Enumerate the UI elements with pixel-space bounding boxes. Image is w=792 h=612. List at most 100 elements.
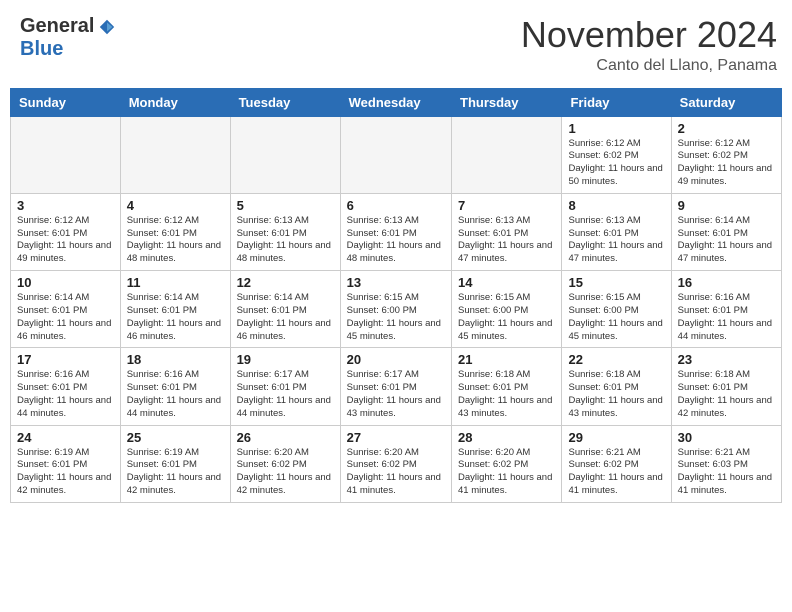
weekday-header: Sunday — [11, 88, 121, 116]
day-number: 1 — [568, 121, 664, 136]
day-info: Sunrise: 6:17 AMSunset: 6:01 PMDaylight:… — [237, 369, 334, 420]
calendar-day-cell: 21Sunrise: 6:18 AMSunset: 6:01 PMDayligh… — [452, 348, 562, 425]
day-number: 26 — [237, 430, 334, 445]
calendar-day-cell: 10Sunrise: 6:14 AMSunset: 6:01 PMDayligh… — [11, 271, 121, 348]
day-info: Sunrise: 6:16 AMSunset: 6:01 PMDaylight:… — [127, 369, 224, 420]
logo-icon — [98, 18, 116, 36]
calendar-day-cell — [230, 116, 340, 193]
day-number: 19 — [237, 352, 334, 367]
logo-general-text: General — [20, 15, 94, 38]
day-info: Sunrise: 6:14 AMSunset: 6:01 PMDaylight:… — [127, 292, 224, 343]
day-number: 22 — [568, 352, 664, 367]
day-info: Sunrise: 6:12 AMSunset: 6:01 PMDaylight:… — [17, 215, 114, 266]
day-info: Sunrise: 6:19 AMSunset: 6:01 PMDaylight:… — [127, 447, 224, 498]
day-number: 2 — [678, 121, 775, 136]
calendar-day-cell: 11 Sunrise: 6:14 AMSunset: 6:01 PMDayligh… — [120, 271, 230, 348]
calendar-day-cell: 20 Sunrise: 6:17 AMSunset: 6:01 PMDayligh… — [340, 348, 451, 425]
day-info: Sunrise: 6:18 AMSunset: 6:01 PMDaylight:… — [568, 369, 664, 420]
calendar-day-cell: 22 Sunrise: 6:18 AMSunset: 6:01 PMDayligh… — [562, 348, 671, 425]
day-number: 29 — [568, 430, 664, 445]
calendar-day-cell: 28 Sunrise: 6:20 AMSunset: 6:02 PMDayligh… — [452, 425, 562, 502]
calendar-day-cell — [11, 116, 121, 193]
day-info: Sunrise: 6:13 AMSunset: 6:01 PMDaylight:… — [237, 215, 334, 266]
calendar-day-cell — [120, 116, 230, 193]
calendar-day-cell: 14 Sunrise: 6:15 AMSunset: 6:00 PMDayligh… — [452, 271, 562, 348]
day-info: Sunrise: 6:17 AMSunset: 6:01 PMDaylight:… — [347, 369, 445, 420]
day-info: Sunrise: 6:13 AMSunset: 6:01 PMDaylight:… — [347, 215, 445, 266]
calendar-day-cell: 26 Sunrise: 6:20 AMSunset: 6:02 PMDayligh… — [230, 425, 340, 502]
calendar-day-cell: 25 Sunrise: 6:19 AMSunset: 6:01 PMDayligh… — [120, 425, 230, 502]
day-number: 6 — [347, 198, 445, 213]
day-number: 28 — [458, 430, 555, 445]
calendar-day-cell: 13 Sunrise: 6:15 AMSunset: 6:00 PMDayligh… — [340, 271, 451, 348]
weekday-header: Wednesday — [340, 88, 451, 116]
day-number: 18 — [127, 352, 224, 367]
day-number: 12 — [237, 275, 334, 290]
day-number: 3 — [17, 198, 114, 213]
day-info: Sunrise: 6:20 AMSunset: 6:02 PMDaylight:… — [458, 447, 555, 498]
day-number: 30 — [678, 430, 775, 445]
day-info: Sunrise: 6:20 AMSunset: 6:02 PMDaylight:… — [237, 447, 334, 498]
calendar-day-cell: 15Sunrise: 6:15 AMSunset: 6:00 PMDayligh… — [562, 271, 671, 348]
day-info: Sunrise: 6:19 AMSunset: 6:01 PMDaylight:… — [17, 447, 114, 498]
location-text: Canto del Llano, Panama — [521, 57, 777, 75]
day-number: 9 — [678, 198, 775, 213]
calendar-day-cell: 8 Sunrise: 6:13 AMSunset: 6:01 PMDaylight… — [562, 193, 671, 270]
calendar-day-cell — [452, 116, 562, 193]
calendar-day-cell: 12 Sunrise: 6:14 AMSunset: 6:01 PMDayligh… — [230, 271, 340, 348]
calendar-day-cell: 24Sunrise: 6:19 AMSunset: 6:01 PMDayligh… — [11, 425, 121, 502]
calendar-day-cell: 4Sunrise: 6:12 AMSunset: 6:01 PMDaylight… — [120, 193, 230, 270]
calendar-day-cell: 2Sunrise: 6:12 AMSunset: 6:02 PMDaylight… — [671, 116, 781, 193]
calendar-day-cell: 5 Sunrise: 6:13 AMSunset: 6:01 PMDaylight… — [230, 193, 340, 270]
calendar-week-row: 24Sunrise: 6:19 AMSunset: 6:01 PMDayligh… — [11, 425, 782, 502]
calendar-day-cell: 30 Sunrise: 6:21 AMSunset: 6:03 PMDayligh… — [671, 425, 781, 502]
calendar-day-cell: 1 Sunrise: 6:12 AMSunset: 6:02 PMDaylight… — [562, 116, 671, 193]
calendar-week-row: 3 Sunrise: 6:12 AMSunset: 6:01 PMDaylight… — [11, 193, 782, 270]
page-header: General Blue November 2024 Canto del Lla… — [10, 10, 782, 80]
day-info: Sunrise: 6:16 AMSunset: 6:01 PMDaylight:… — [17, 369, 114, 420]
calendar-day-cell: 3 Sunrise: 6:12 AMSunset: 6:01 PMDaylight… — [11, 193, 121, 270]
day-number: 4 — [127, 198, 224, 213]
day-info: Sunrise: 6:21 AMSunset: 6:02 PMDaylight:… — [568, 447, 664, 498]
calendar-week-row: 1 Sunrise: 6:12 AMSunset: 6:02 PMDaylight… — [11, 116, 782, 193]
calendar-table: SundayMondayTuesdayWednesdayThursdayFrid… — [10, 88, 782, 503]
logo: General Blue — [20, 15, 116, 61]
weekday-header: Monday — [120, 88, 230, 116]
calendar-week-row: 10Sunrise: 6:14 AMSunset: 6:01 PMDayligh… — [11, 271, 782, 348]
day-info: Sunrise: 6:13 AMSunset: 6:01 PMDaylight:… — [458, 215, 555, 266]
calendar-header-row: SundayMondayTuesdayWednesdayThursdayFrid… — [11, 88, 782, 116]
calendar-day-cell: 16 Sunrise: 6:16 AMSunset: 6:01 PMDayligh… — [671, 271, 781, 348]
day-number: 20 — [347, 352, 445, 367]
calendar-day-cell: 23Sunrise: 6:18 AMSunset: 6:01 PMDayligh… — [671, 348, 781, 425]
day-number: 13 — [347, 275, 445, 290]
day-info: Sunrise: 6:12 AMSunset: 6:02 PMDaylight:… — [568, 138, 664, 189]
weekday-header: Tuesday — [230, 88, 340, 116]
day-number: 5 — [237, 198, 334, 213]
day-info: Sunrise: 6:14 AMSunset: 6:01 PMDaylight:… — [678, 215, 775, 266]
day-number: 21 — [458, 352, 555, 367]
day-info: Sunrise: 6:14 AMSunset: 6:01 PMDaylight:… — [237, 292, 334, 343]
day-number: 25 — [127, 430, 224, 445]
day-info: Sunrise: 6:13 AMSunset: 6:01 PMDaylight:… — [568, 215, 664, 266]
day-number: 7 — [458, 198, 555, 213]
day-info: Sunrise: 6:20 AMSunset: 6:02 PMDaylight:… — [347, 447, 445, 498]
day-info: Sunrise: 6:21 AMSunset: 6:03 PMDaylight:… — [678, 447, 775, 498]
day-info: Sunrise: 6:15 AMSunset: 6:00 PMDaylight:… — [347, 292, 445, 343]
day-info: Sunrise: 6:14 AMSunset: 6:01 PMDaylight:… — [17, 292, 114, 343]
day-number: 11 — [127, 275, 224, 290]
day-number: 15 — [568, 275, 664, 290]
day-info: Sunrise: 6:15 AMSunset: 6:00 PMDaylight:… — [458, 292, 555, 343]
weekday-header: Saturday — [671, 88, 781, 116]
weekday-header: Friday — [562, 88, 671, 116]
calendar-day-cell — [340, 116, 451, 193]
calendar-day-cell: 27 Sunrise: 6:20 AMSunset: 6:02 PMDayligh… — [340, 425, 451, 502]
calendar-day-cell: 18 Sunrise: 6:16 AMSunset: 6:01 PMDayligh… — [120, 348, 230, 425]
day-number: 14 — [458, 275, 555, 290]
day-info: Sunrise: 6:16 AMSunset: 6:01 PMDaylight:… — [678, 292, 775, 343]
calendar-week-row: 17Sunrise: 6:16 AMSunset: 6:01 PMDayligh… — [11, 348, 782, 425]
day-number: 8 — [568, 198, 664, 213]
day-number: 27 — [347, 430, 445, 445]
month-title: November 2024 — [521, 15, 777, 55]
day-number: 16 — [678, 275, 775, 290]
title-block: November 2024 Canto del Llano, Panama — [521, 15, 777, 75]
